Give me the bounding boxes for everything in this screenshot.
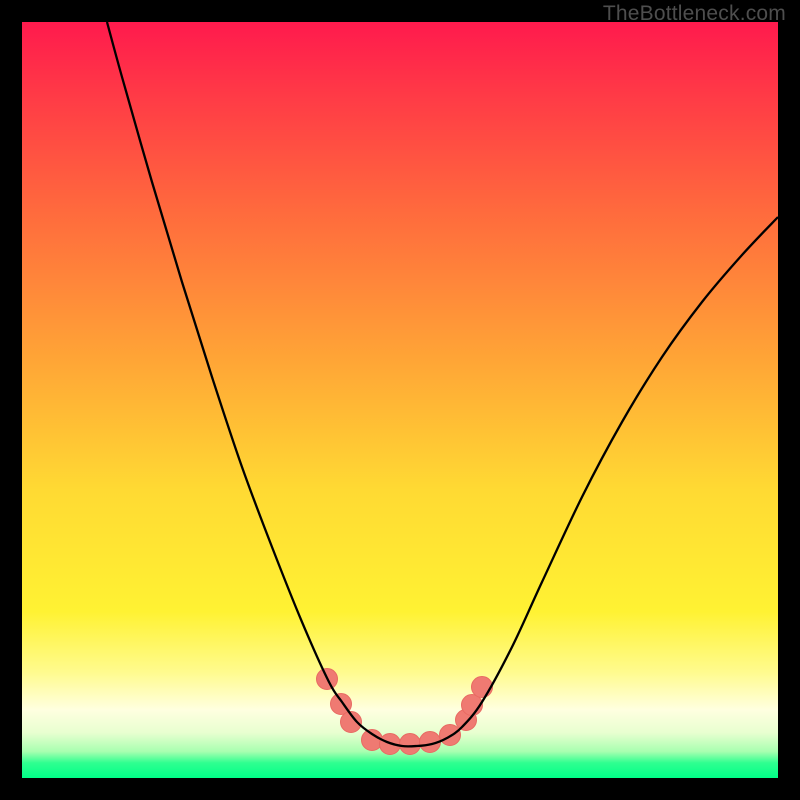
curve-marker (472, 677, 493, 698)
attribution-text: TheBottleneck.com (603, 2, 786, 26)
marker-group (317, 669, 493, 755)
curve-marker (400, 734, 421, 755)
bottleneck-curve (107, 22, 778, 746)
chart-plot-area (22, 22, 778, 778)
chart-svg (22, 22, 778, 778)
chart-frame: TheBottleneck.com (0, 0, 800, 800)
